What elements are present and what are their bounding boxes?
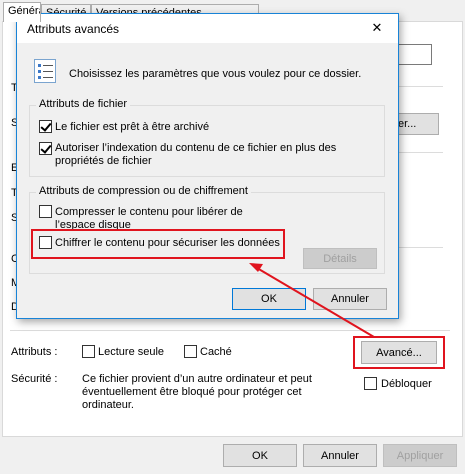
annotation-arrow: [249, 263, 375, 338]
tab-general[interactable]: Général: [3, 2, 41, 22]
